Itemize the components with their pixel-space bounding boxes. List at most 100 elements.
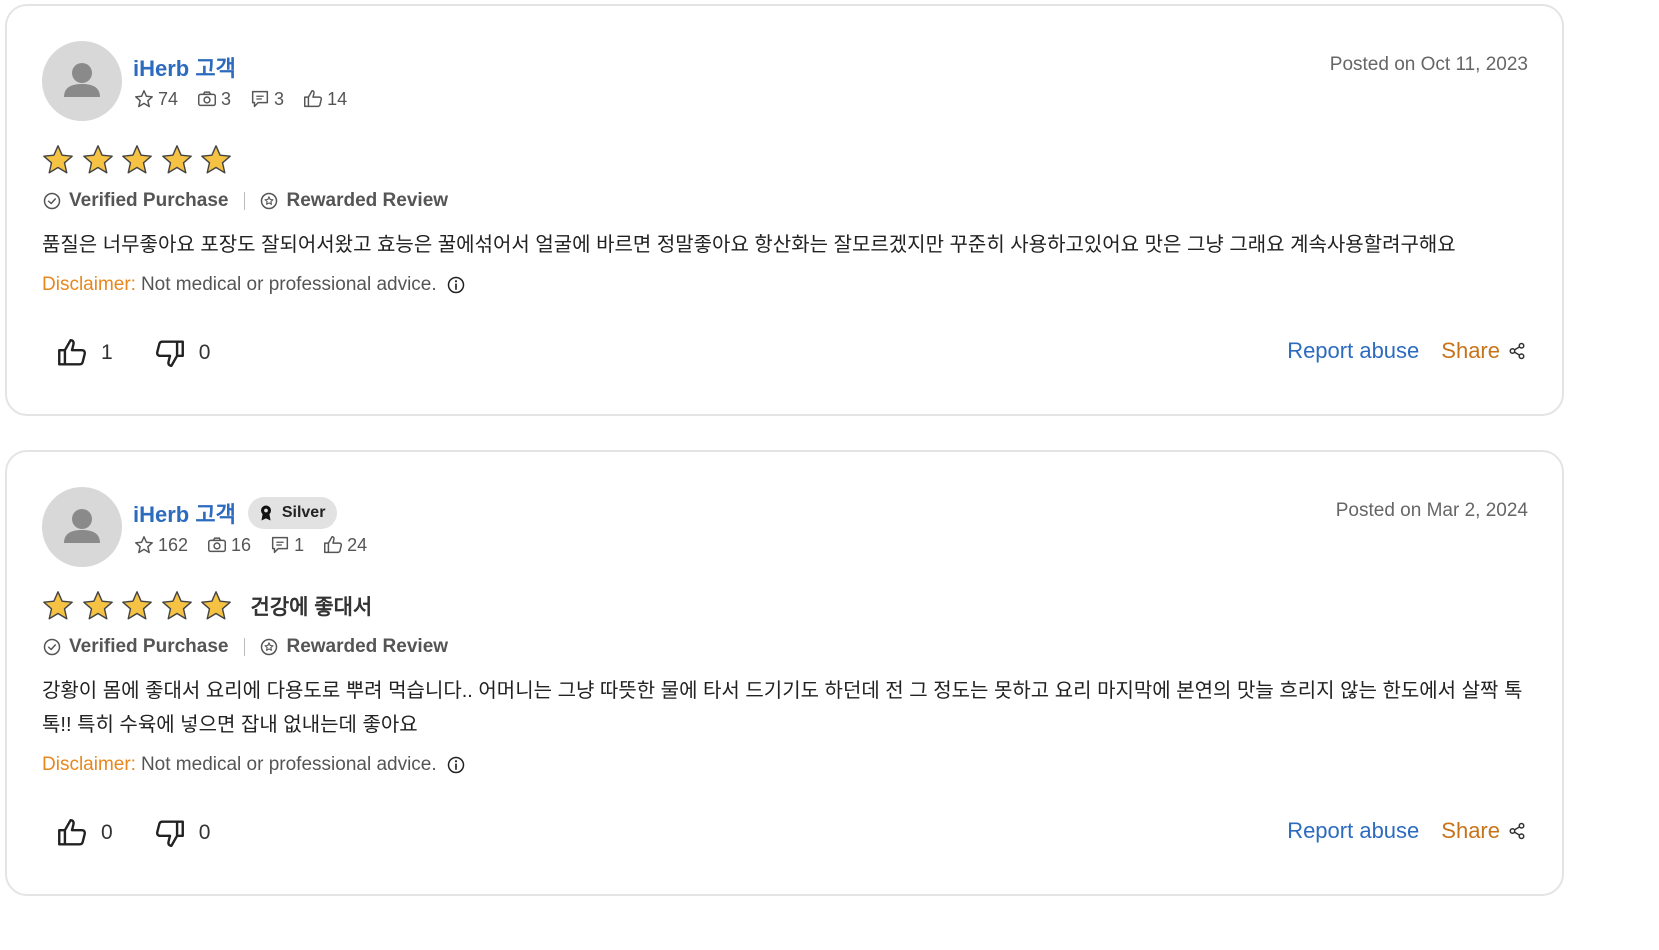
star-outline-icon [135, 90, 153, 108]
stat-reviews-count: 74 [158, 88, 179, 109]
report-abuse-link[interactable]: Report abuse [1287, 818, 1419, 844]
review-card: iHerb 고객 74 3 3 14 Posted on Oct 11, 202… [5, 4, 1564, 416]
helpful-count: 0 [101, 821, 113, 844]
comment-icon [251, 90, 269, 108]
unhelpful-button[interactable]: 0 [153, 336, 211, 370]
stat-reviews-count: 162 [158, 534, 189, 555]
badge-divider [244, 192, 246, 210]
badge-divider [244, 638, 246, 656]
verified-purchase-label: Verified Purchase [69, 190, 229, 211]
tier-badge: Silver [247, 497, 338, 529]
star-icon [161, 591, 192, 620]
star-icon [161, 145, 192, 174]
vote-controls: 0 0 [55, 816, 250, 850]
review-actions: Report abuse Share [1287, 818, 1526, 844]
stat-photos-count: 16 [231, 534, 252, 555]
comment-icon [272, 536, 289, 554]
rewarded-review-label: Rewarded Review [286, 190, 449, 211]
share-label: Share [1441, 338, 1500, 363]
star-icon [122, 145, 152, 174]
share-button[interactable]: Share [1441, 338, 1526, 364]
info-icon[interactable] [446, 755, 466, 775]
info-icon[interactable] [446, 275, 466, 295]
review-badges: Verified Purchase Rewarded Review [42, 636, 448, 658]
disclaimer: Disclaimer: Not medical or professional … [42, 754, 466, 776]
verified-purchase-badge: Verified Purchase [42, 636, 228, 658]
review-text: 강황이 몸에 좋대서 요리에 다용도로 뿌려 먹습니다.. 어머니는 그냥 따뜻… [42, 680, 1523, 736]
reward-badge-icon [261, 638, 278, 656]
stat-photos-count: 3 [221, 88, 232, 109]
reward-badge-icon [261, 192, 278, 210]
review-badges: Verified Purchase Rewarded Review [42, 190, 448, 212]
stat-comments-count: 1 [294, 534, 305, 555]
reviewer-name[interactable]: iHerb 고객 [133, 51, 236, 83]
thumbs-up-outline-icon [324, 536, 343, 554]
disclaimer-label: Disclaimer: [42, 274, 136, 295]
star-rating [41, 142, 239, 178]
star-icon [201, 591, 231, 620]
rewarded-review-badge: Rewarded Review [259, 636, 448, 658]
avatar [42, 487, 122, 567]
camera-icon [198, 91, 217, 107]
stat-comments-count: 3 [274, 88, 285, 109]
stat-likes: 14 [302, 88, 347, 110]
unhelpful-count: 0 [198, 821, 211, 844]
verified-purchase-badge: Verified Purchase [42, 190, 228, 212]
star-icon [82, 145, 113, 174]
person-silhouette-icon [64, 509, 100, 543]
disclaimer-label: Disclaimer: [42, 754, 136, 775]
stat-photos: 3 [196, 88, 231, 110]
stat-reviews: 74 [133, 88, 178, 110]
unhelpful-count: 0 [198, 341, 211, 364]
camera-icon [208, 537, 227, 553]
check-circle-icon [43, 192, 61, 210]
stat-likes-count: 24 [347, 534, 368, 555]
disclaimer-text: Not medical or professional advice. [140, 274, 437, 295]
star-icon [122, 591, 152, 620]
helpful-button[interactable]: 0 [55, 816, 113, 850]
report-abuse-link[interactable]: Report abuse [1287, 338, 1419, 364]
unhelpful-button[interactable]: 0 [153, 816, 211, 850]
reviewer-stats: 74 3 3 14 [133, 88, 365, 110]
reviewer-name[interactable]: iHerb 고객 [133, 497, 236, 529]
thumbs-up-icon [58, 339, 87, 366]
helpful-button[interactable]: 1 [55, 336, 113, 370]
stat-comments: 3 [249, 88, 284, 110]
review-card: iHerb 고객 Silver 162 16 1 24 Posted on Ma… [5, 450, 1564, 896]
star-icon [43, 145, 73, 174]
stat-likes-count: 14 [327, 88, 348, 109]
share-icon [1509, 342, 1525, 360]
disclaimer-text: Not medical or professional advice. [140, 754, 437, 775]
verified-purchase-label: Verified Purchase [69, 636, 229, 657]
thumbs-up-icon [58, 819, 87, 846]
stat-likes: 24 [322, 534, 367, 556]
rewarded-review-badge: Rewarded Review [259, 190, 448, 212]
reviewer-stats: 162 16 1 24 [133, 534, 385, 556]
share-label: Share [1441, 818, 1500, 843]
check-circle-icon [43, 638, 61, 656]
review-text: 품질은 너무좋아요 포장도 잘되어서왔고 효능은 꿀에섞어서 얼굴에 바르면 정… [42, 234, 1456, 256]
review-title: 건강에 좋대서 [250, 596, 373, 619]
review-actions: Report abuse Share [1287, 338, 1526, 364]
reviewer-header: iHerb 고객 [133, 50, 236, 84]
avatar [42, 41, 122, 121]
posted-date: Posted on Oct 11, 2023 [1329, 54, 1528, 75]
vote-controls: 1 0 [55, 336, 250, 370]
thumbs-down-icon [155, 820, 184, 847]
star-rating: 건강에 좋대서 [41, 588, 372, 624]
thumbs-up-outline-icon [304, 90, 323, 108]
stat-reviews: 162 [133, 534, 188, 556]
star-icon [201, 145, 231, 174]
posted-date: Posted on Mar 2, 2024 [1335, 500, 1528, 521]
share-button[interactable]: Share [1441, 818, 1526, 844]
helpful-count: 1 [101, 341, 113, 364]
reviewer-header: iHerb 고객 Silver [133, 496, 338, 530]
star-icon [82, 591, 113, 620]
star-outline-icon [135, 536, 153, 554]
stat-comments: 1 [269, 534, 304, 556]
award-ribbon-icon [260, 505, 271, 521]
share-icon [1509, 822, 1525, 840]
stat-photos: 16 [206, 534, 251, 556]
thumbs-down-icon [155, 340, 184, 367]
star-icon [43, 591, 73, 620]
